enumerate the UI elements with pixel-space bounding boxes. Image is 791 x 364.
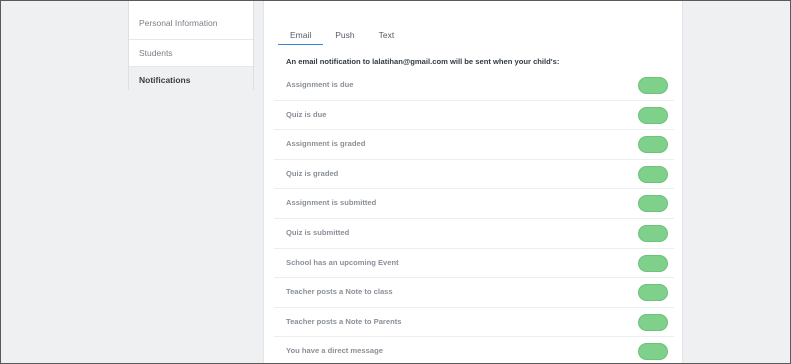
notification-toggle[interactable]: [638, 284, 668, 302]
notification-label: Assignment is due: [286, 80, 354, 89]
notifications-panel: Email Push Text An email notification to…: [263, 1, 683, 363]
notification-row: Quiz is submitted: [274, 219, 674, 249]
notification-row: Assignment is graded: [274, 130, 674, 160]
sidebar-item-label: Personal Information: [139, 18, 218, 28]
tab-text[interactable]: Text: [367, 28, 407, 45]
sidebar-item-personal-information[interactable]: Personal Information: [129, 1, 253, 40]
notification-toggle[interactable]: [638, 136, 668, 154]
notification-row: Teacher posts a Note to class: [274, 278, 674, 308]
notification-label: You have a direct message: [286, 346, 383, 356]
notification-toggle[interactable]: [638, 254, 668, 272]
notification-row: Assignment is due: [274, 71, 674, 101]
notification-label: Teacher posts a Note to class: [286, 287, 393, 297]
channel-tabs: Email Push Text: [278, 28, 406, 48]
notification-toggle[interactable]: [638, 77, 668, 94]
notification-row: Assignment is submitted: [274, 189, 674, 219]
notification-toggle[interactable]: [638, 106, 668, 124]
notification-label: Quiz is submitted: [286, 227, 350, 237]
notification-toggle[interactable]: [638, 195, 668, 213]
notification-label: Assignment is submitted: [286, 198, 377, 208]
tab-email[interactable]: Email: [278, 28, 324, 45]
notification-row: Quiz is graded: [274, 160, 674, 190]
notification-row: School has an upcoming Event: [274, 249, 674, 279]
notification-label: Quiz is graded: [286, 168, 339, 178]
notification-toggle[interactable]: [638, 313, 668, 331]
sidebar-item-notifications[interactable]: Notifications: [129, 67, 253, 93]
notification-label: Assignment is graded: [286, 139, 366, 149]
notification-toggle[interactable]: [638, 343, 668, 361]
app-frame: Personal Information Students Notificati…: [0, 0, 791, 364]
notification-label: Quiz is due: [286, 109, 327, 119]
notification-list: Assignment is due Quiz is due Assignment…: [274, 71, 674, 363]
notification-label: School has an upcoming Event: [286, 257, 399, 267]
tab-push[interactable]: Push: [323, 28, 366, 45]
notification-intro-text: An email notification to lalatihan@gmail…: [286, 57, 560, 66]
notification-row: Quiz is due: [274, 101, 674, 131]
notification-row: Teacher posts a Note to Parents: [274, 308, 674, 338]
notification-toggle[interactable]: [638, 224, 668, 242]
settings-sidebar: Personal Information Students Notificati…: [128, 1, 254, 93]
notification-row: You have a direct message: [274, 337, 674, 363]
notification-toggle[interactable]: [638, 165, 668, 183]
sidebar-item-label: Notifications: [139, 75, 191, 85]
notification-label: Teacher posts a Note to Parents: [286, 316, 402, 326]
sidebar-item-label: Students: [139, 48, 173, 58]
sidebar-item-students[interactable]: Students: [129, 40, 253, 67]
